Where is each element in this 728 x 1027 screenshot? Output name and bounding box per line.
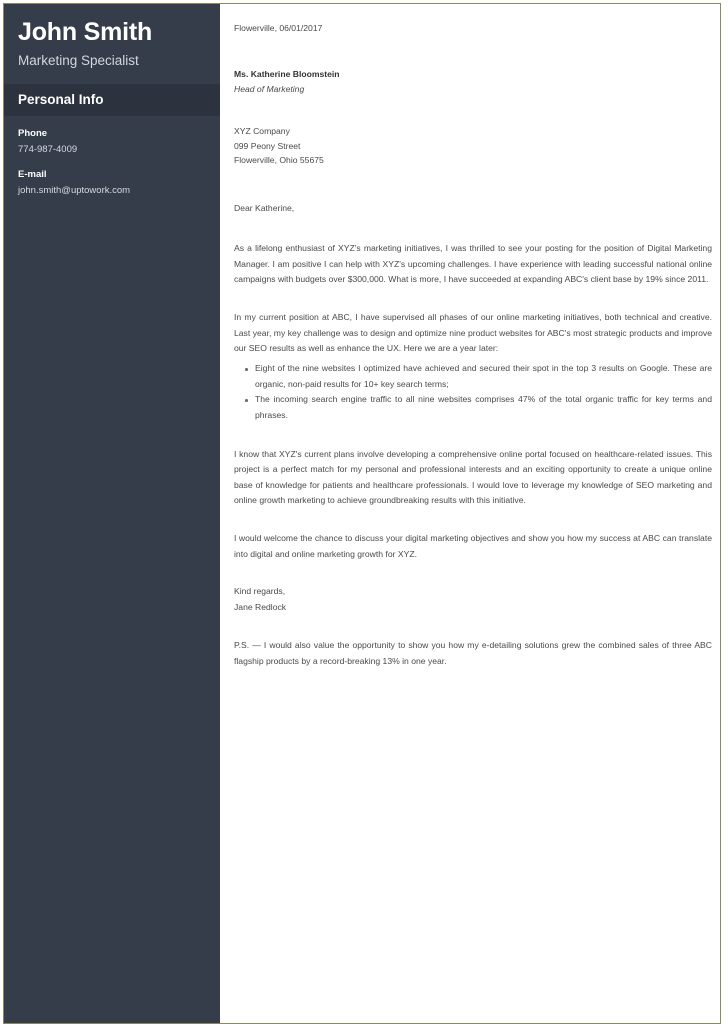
achievement-list: Eight of the nine websites I optimized h… <box>234 361 712 424</box>
sidebar: John Smith Marketing Specialist Personal… <box>4 4 220 1023</box>
letter-paragraph-4: I would welcome the chance to discuss yo… <box>234 533 712 559</box>
recipient-name: Ms. Katherine Bloomstein <box>234 69 340 80</box>
letter-paragraph-3: I know that XYZ's current plans involve … <box>234 448 712 506</box>
candidate-job-title: Marketing Specialist <box>18 53 139 68</box>
letter-paragraph-1: As a lifelong enthusiast of XYZ's market… <box>234 243 712 285</box>
letter-body: Flowerville, 06/01/2017 Ms. Katherine Bl… <box>220 4 720 1023</box>
personal-info-band: Personal Info <box>4 84 220 117</box>
recipient-address: XYZ Company 099 Peony Street Flowerville… <box>234 124 712 167</box>
page-content: John Smith Marketing Specialist Personal… <box>4 4 720 1023</box>
letter-signoff: Kind regards, Jane Redlock <box>234 584 712 616</box>
contact-item-phone: Phone 774-987-4009 <box>18 128 206 157</box>
cover-letter-page: John Smith Marketing Specialist Personal… <box>0 0 728 1027</box>
sidebar-header: John Smith Marketing Specialist <box>4 4 220 81</box>
candidate-name: John Smith <box>18 18 153 46</box>
email-label: E-mail <box>18 169 47 180</box>
closing-line: Kind regards, <box>234 586 286 597</box>
phone-value[interactable]: 774-987-4009 <box>18 144 206 157</box>
list-item: Eight of the nine websites I optimized h… <box>234 361 712 392</box>
letter-paragraph-2: In my current position at ABC, I have su… <box>234 312 712 354</box>
address-line-company: XYZ Company <box>234 126 290 137</box>
phone-label: Phone <box>18 128 48 140</box>
contact-item-email: E-mail john.smith@uptowork.com <box>18 169 206 198</box>
letter-salutation: Dear Katherine, <box>234 203 295 214</box>
signature-name: Jane Redlock <box>234 602 287 613</box>
email-value[interactable]: john.smith@uptowork.com <box>18 185 206 198</box>
list-item: The incoming search engine traffic to al… <box>234 392 712 423</box>
address-line-city: Flowerville, Ohio 55675 <box>234 154 324 165</box>
personal-info-heading: Personal Info <box>18 92 104 108</box>
letter-date: Flowerville, 06/01/2017 <box>234 23 323 33</box>
letter-postscript: P.S. — I would also value the opportunit… <box>234 640 712 666</box>
contact-list: Phone 774-987-4009 E-mail john.smith@upt… <box>4 116 220 197</box>
letter-text-column: Flowerville, 06/01/2017 Ms. Katherine Bl… <box>234 22 712 669</box>
recipient-role: Head of Marketing <box>234 84 305 95</box>
address-line-street: 099 Peony Street <box>234 140 301 151</box>
